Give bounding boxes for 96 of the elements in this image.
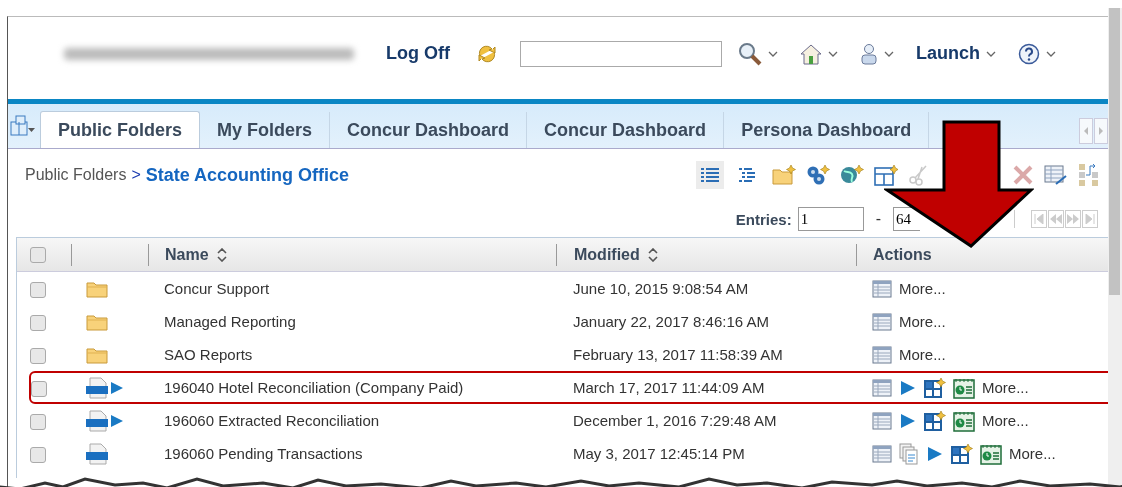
table-icon[interactable] — [872, 278, 892, 299]
right-arrow-icon — [1098, 126, 1104, 136]
checkbox[interactable] — [31, 380, 47, 397]
new-folder-icon[interactable] — [772, 164, 796, 186]
folder-icon — [86, 279, 108, 298]
more-link[interactable]: More... — [982, 412, 1029, 429]
checkbox[interactable] — [30, 347, 46, 364]
rewind-icon — [1050, 214, 1062, 224]
folder-icon — [86, 312, 108, 331]
tab[interactable]: Concur Dashboard — [527, 112, 725, 148]
schedule-icon[interactable] — [980, 442, 1002, 465]
scroll-right-button[interactable] — [1094, 118, 1108, 144]
home-icon[interactable] — [800, 42, 822, 65]
left-arrow-icon — [1083, 126, 1089, 136]
modified-date: January 22, 2017 8:46:16 AM — [573, 313, 769, 330]
table-icon[interactable] — [872, 377, 892, 398]
list-view-button[interactable] — [696, 161, 724, 189]
entries-to-field[interactable]: 64 — [893, 207, 920, 231]
modified-date: June 10, 2015 9:08:54 AM — [573, 280, 749, 297]
new-layout-icon[interactable] — [924, 376, 946, 399]
column-header[interactable]: Modified — [574, 245, 640, 264]
file-name[interactable]: Concur Support — [164, 280, 270, 297]
breadcrumb-link[interactable]: Public Folders — [25, 166, 127, 184]
folder-icon — [86, 345, 108, 364]
last-page-icon — [1085, 214, 1095, 224]
table-icon[interactable] — [872, 410, 892, 431]
first-page-button[interactable] — [1031, 210, 1047, 228]
search-field[interactable] — [520, 40, 722, 67]
file-name[interactable]: Managed Reporting — [164, 313, 296, 330]
more-link[interactable]: More... — [1009, 445, 1056, 462]
last-page-button[interactable] — [1082, 210, 1098, 228]
chevron-icon[interactable] — [768, 49, 778, 58]
schedule-icon[interactable] — [953, 409, 975, 432]
indented-list-icon — [738, 167, 758, 183]
more-link[interactable]: More... — [899, 280, 946, 297]
tab[interactable]: Concur Dashboard — [330, 112, 528, 148]
chevron-icon[interactable] — [884, 49, 894, 58]
checkbox[interactable] — [30, 446, 46, 463]
checkbox[interactable] — [30, 314, 46, 331]
first-page-icon — [1034, 214, 1044, 224]
more-link[interactable]: More... — [982, 379, 1029, 396]
gears-icon[interactable] — [806, 164, 830, 186]
table-edit-icon[interactable] — [1044, 164, 1068, 186]
more-link[interactable]: More... — [899, 346, 946, 363]
search-icon[interactable] — [738, 41, 762, 66]
modified-date: December 1, 2016 7:29:48 AM — [573, 412, 777, 429]
play-icon[interactable] — [926, 444, 944, 463]
file-name[interactable]: 196040 Hotel Reconciliation (Company Paid) — [164, 379, 464, 396]
modified-date: March 17, 2017 11:44:09 AM — [573, 379, 765, 396]
range-dash: - — [875, 210, 881, 228]
modified-date: February 13, 2017 11:58:39 AM — [573, 346, 783, 363]
fast-forward-icon — [1067, 214, 1079, 224]
select-all-checkbox[interactable] — [30, 246, 46, 263]
current-folder: State Accounting Office — [145, 164, 350, 186]
table-icon[interactable] — [872, 443, 892, 464]
column-header[interactable]: Name — [165, 245, 209, 264]
modified-date: May 3, 2017 12:45:14 PM — [573, 445, 745, 462]
chevron-icon[interactable] — [986, 49, 996, 58]
play-icon[interactable] — [899, 378, 917, 397]
help-icon[interactable] — [1018, 42, 1040, 65]
more-link[interactable]: More... — [899, 313, 946, 330]
checkbox[interactable] — [30, 413, 46, 430]
file-name[interactable]: 196060 Pending Transactions — [164, 445, 363, 462]
tab[interactable]: My Folders — [200, 112, 331, 148]
log-off-link[interactable]: Log Off — [386, 43, 450, 64]
table-icon[interactable] — [872, 311, 892, 332]
scrollbar-thumb[interactable] — [1109, 8, 1120, 295]
checkbox[interactable] — [30, 281, 46, 298]
chevron-icon[interactable] — [828, 49, 838, 58]
previous-page-button[interactable] — [1048, 210, 1064, 228]
sort-icon[interactable] — [647, 247, 658, 262]
tab[interactable]: Public Folders — [40, 111, 201, 148]
user-icon[interactable] — [860, 42, 878, 65]
file-name[interactable]: SAO Reports — [164, 346, 253, 363]
scissors-icon[interactable] — [908, 164, 930, 186]
table-icon[interactable] — [872, 344, 892, 365]
move-items-icon[interactable] — [1078, 163, 1100, 187]
documents-icon[interactable] — [899, 442, 919, 465]
launch-menu[interactable]: Launch — [916, 43, 980, 64]
schedule-icon[interactable] — [953, 376, 975, 399]
entries-label: Entries: — [735, 210, 792, 228]
delete-icon[interactable] — [1012, 164, 1034, 186]
sort-icon[interactable] — [216, 247, 227, 262]
play-icon[interactable] — [899, 411, 917, 430]
chevron-icon[interactable] — [1046, 49, 1056, 58]
tab[interactable]: Persona Dashboard — [724, 112, 930, 148]
entries-from-field[interactable]: 1 — [797, 207, 864, 231]
column-header: Actions — [873, 245, 932, 264]
scroll-left-button[interactable] — [1079, 118, 1093, 144]
list-icon — [700, 167, 720, 183]
globe-icon[interactable] — [840, 164, 864, 186]
breadcrumb-separator: > — [131, 166, 141, 184]
next-page-button[interactable] — [1065, 210, 1081, 228]
tab-menu-icon[interactable] — [10, 114, 36, 138]
new-layout-icon[interactable] — [874, 164, 898, 186]
file-name[interactable]: 196060 Extracted Reconciliation — [164, 412, 380, 429]
